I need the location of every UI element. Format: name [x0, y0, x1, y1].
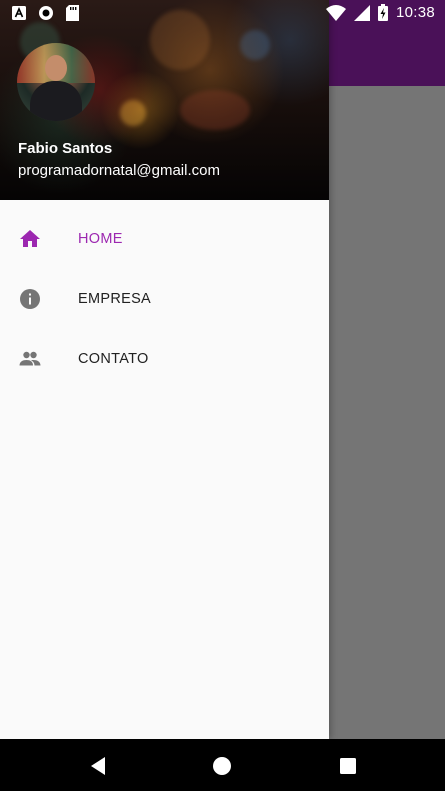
signal-icon	[353, 4, 370, 21]
menu-item-home[interactable]: HOME	[0, 209, 329, 269]
system-navigation-bar	[0, 739, 445, 791]
battery-charging-icon	[377, 4, 388, 21]
drawer-header: Fabio Santos programadornatal@gmail.com	[0, 0, 329, 200]
navigation-drawer: Fabio Santos programadornatal@gmail.com …	[0, 0, 329, 739]
text-a-notification-icon	[12, 6, 26, 20]
status-bar: 10:38	[0, 0, 445, 28]
status-time: 10:38	[395, 4, 435, 21]
avatar-body	[30, 81, 82, 121]
menu-item-label: CONTATO	[78, 351, 149, 367]
back-icon[interactable]	[88, 755, 110, 777]
people-icon	[19, 351, 41, 366]
menu-item-label: EMPRESA	[78, 291, 152, 307]
info-icon	[20, 289, 40, 309]
header-bokeh	[240, 30, 270, 60]
user-email: programadornatal@gmail.com	[18, 162, 220, 179]
menu-item-empresa[interactable]: EMPRESA	[0, 269, 329, 329]
menu-item-label: HOME	[78, 231, 123, 247]
header-bokeh	[120, 100, 146, 126]
avatar-head	[45, 55, 67, 81]
menu-item-contato[interactable]: CONTATO	[0, 329, 329, 389]
user-name: Fabio Santos	[18, 140, 113, 157]
sd-card-icon	[66, 5, 79, 21]
header-bokeh	[180, 90, 250, 130]
wifi-icon	[325, 4, 346, 21]
recents-icon[interactable]	[337, 755, 359, 777]
home-circle-icon[interactable]	[211, 755, 233, 777]
home-icon	[20, 230, 40, 247]
status-bar-left	[12, 5, 79, 21]
drawer-menu: HOME EMPRESA CONTATO	[0, 200, 329, 389]
circle-notification-icon	[39, 6, 53, 20]
status-bar-right: 10:38	[325, 4, 435, 21]
avatar[interactable]	[17, 43, 95, 121]
